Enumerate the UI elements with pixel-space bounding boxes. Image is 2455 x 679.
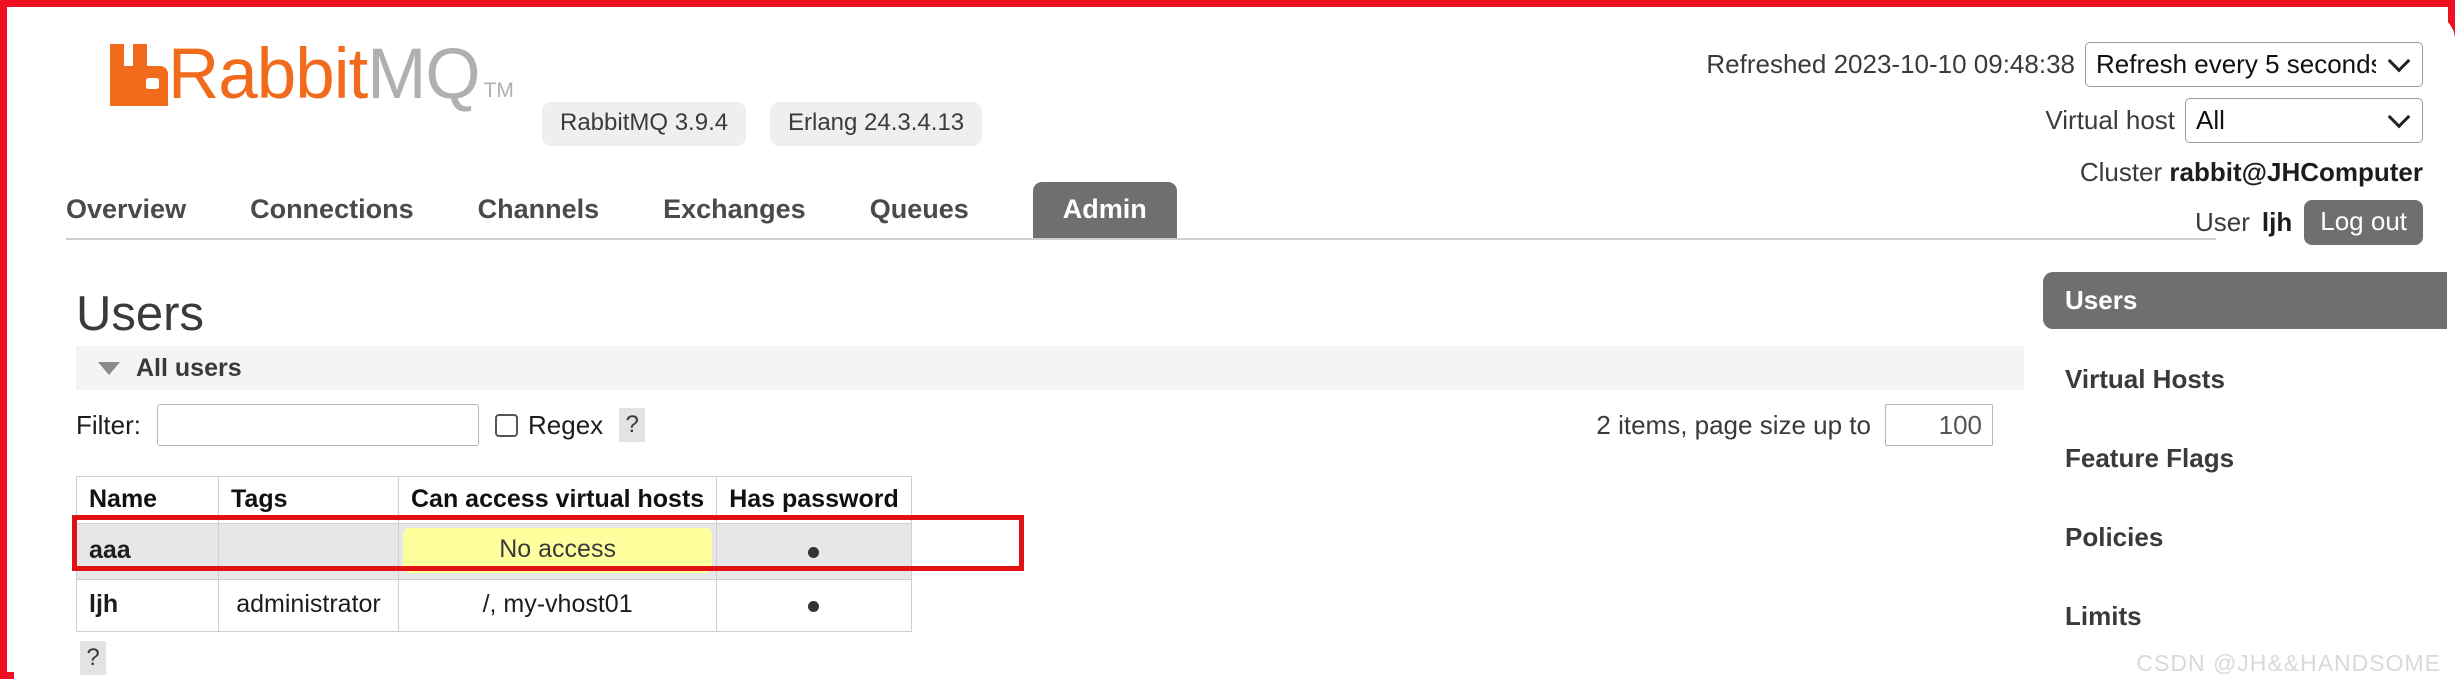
users-table: Name Tags Can access virtual hosts Has p… (76, 476, 912, 632)
refresh-interval-wrap: Refresh every 5 seconds (2085, 42, 2423, 87)
sidebar-item-feature-flags[interactable]: Feature Flags (2043, 430, 2447, 487)
user-name: ljh (2261, 207, 2293, 237)
column-header-name[interactable]: Name (76, 476, 219, 524)
rabbitmq-logo-icon (110, 44, 168, 106)
sidebar-item-users[interactable]: Users (2043, 272, 2447, 329)
rabbitmq-logo[interactable]: Rabbit MQ TM (102, 35, 514, 114)
cell-user-name[interactable]: ljh (76, 579, 219, 632)
sidebar-item-limits[interactable]: Limits (2043, 588, 2447, 645)
tab-connections[interactable]: Connections (250, 182, 414, 238)
cluster-name: rabbit@JHComputer (2169, 157, 2423, 187)
logo-trademark: TM (483, 79, 514, 102)
logo-text-mq: MQ (367, 35, 480, 114)
cell-user-tags: administrator (218, 579, 399, 632)
tab-admin[interactable]: Admin (1032, 182, 1177, 238)
virtual-host-select[interactable]: All (2185, 98, 2423, 143)
column-header-has-password[interactable]: Has password (716, 476, 912, 524)
table-header-row: Name Tags Can access virtual hosts Has p… (76, 476, 912, 524)
version-badge-rabbitmq: RabbitMQ 3.9.4 (542, 102, 747, 146)
has-password-dot-icon (808, 601, 820, 612)
table-help-icon[interactable]: ? (80, 641, 106, 675)
cell-user-vhosts: No access (397, 523, 718, 580)
logo-text-rabbit: Rabbit (168, 35, 368, 114)
virtual-host-controls: Virtual host All (2045, 98, 2423, 143)
table-row[interactable]: aaa No access (76, 523, 912, 580)
all-users-label: All users (136, 353, 242, 382)
watermark: CSDN @JH&&HANDSOME (2136, 650, 2441, 676)
tab-overview[interactable]: Overview (66, 182, 186, 238)
tab-queues[interactable]: Queues (870, 182, 969, 238)
virtual-host-wrap: All (2185, 98, 2423, 143)
main-navigation: Overview Connections Channels Exchanges … (66, 182, 2216, 240)
regex-checkbox[interactable] (495, 413, 518, 437)
item-count-label: 2 items, page size up to (1596, 409, 1871, 440)
column-header-vhosts[interactable]: Can access virtual hosts (397, 476, 718, 524)
filter-controls: Filter: Regex ? (76, 404, 646, 446)
cell-user-name[interactable]: aaa (76, 523, 219, 580)
logout-button[interactable]: Log out (2304, 200, 2423, 245)
pagination-controls: 2 items, page size up to (1596, 404, 1993, 446)
refresh-controls: Refreshed 2023-10-10 09:48:38 Refresh ev… (1706, 42, 2423, 87)
has-password-dot-icon (808, 547, 820, 558)
filter-input[interactable] (157, 404, 479, 446)
tab-channels[interactable]: Channels (478, 182, 600, 238)
sidebar-item-policies[interactable]: Policies (2043, 509, 2447, 566)
cell-user-tags (218, 523, 399, 580)
page-size-input[interactable] (1885, 404, 1993, 446)
all-users-section-header[interactable]: All users (76, 346, 2024, 390)
refreshed-timestamp: Refreshed 2023-10-10 09:48:38 (1706, 49, 2075, 79)
sidebar-item-virtual-hosts[interactable]: Virtual Hosts (2043, 351, 2447, 408)
filter-label: Filter: (76, 409, 141, 440)
filter-help-icon[interactable]: ? (619, 408, 646, 442)
annotation-frame: Rabbit MQ TM RabbitMQ 3.9.4 Erlang 24.3.… (0, 0, 2455, 679)
admin-sidebar: Users Virtual Hosts Feature Flags Polici… (2043, 272, 2447, 679)
cell-user-vhosts: /, my-vhost01 (397, 579, 718, 632)
tab-exchanges[interactable]: Exchanges (663, 182, 806, 238)
user-info: User ljh Log out (2195, 200, 2423, 245)
chevron-down-icon (98, 361, 120, 375)
column-header-tags[interactable]: Tags (218, 476, 399, 524)
cell-has-password (716, 579, 912, 632)
regex-label: Regex (528, 409, 604, 440)
virtual-host-label: Virtual host (2045, 105, 2175, 135)
cluster-label: Cluster (2079, 157, 2163, 187)
version-badge-erlang: Erlang 24.3.4.13 (770, 102, 983, 146)
refresh-interval-select[interactable]: Refresh every 5 seconds (2085, 42, 2423, 87)
no-access-badge: No access (403, 528, 713, 573)
table-row[interactable]: ljh administrator /, my-vhost01 (76, 579, 912, 632)
cell-has-password (716, 523, 912, 580)
page-title: Users (76, 287, 204, 341)
rabbitmq-management-page: Rabbit MQ TM RabbitMQ 3.9.4 Erlang 24.3.… (14, 14, 2455, 679)
